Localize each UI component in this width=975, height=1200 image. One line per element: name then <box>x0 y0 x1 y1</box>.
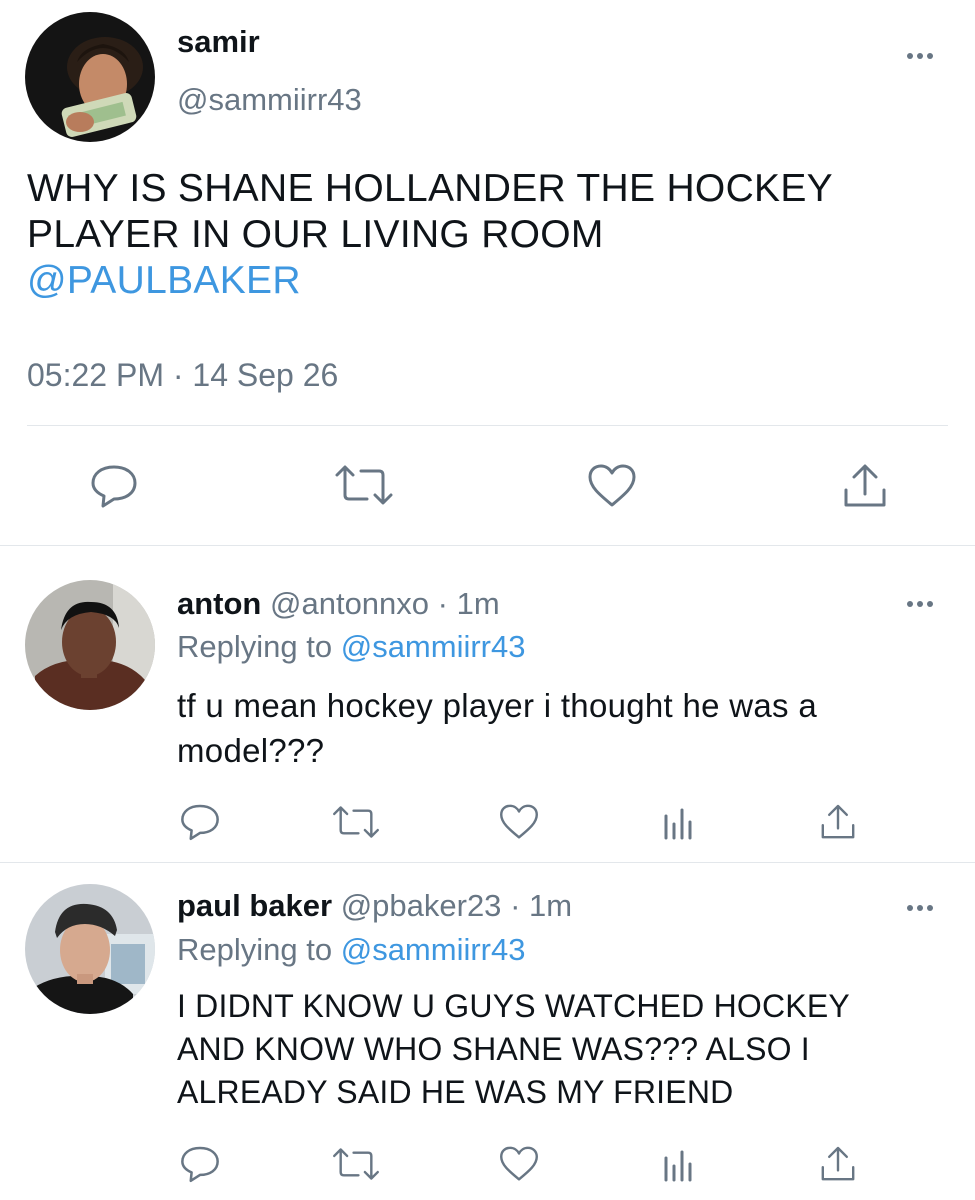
reply-text-line: model??? <box>177 732 325 769</box>
reply-age[interactable]: 1m <box>457 586 500 621</box>
like-icon[interactable] <box>497 800 541 844</box>
reply-text-line: tf u mean hockey player i thought he was… <box>177 687 817 724</box>
reply-header: paul baker @pbaker23 · 1m <box>177 886 572 926</box>
reply-text: tf u mean hockey player i thought he was… <box>177 683 817 773</box>
replying-to-link[interactable]: @sammiirr43 <box>341 932 526 967</box>
like-icon[interactable] <box>497 1142 541 1186</box>
replying-to-link[interactable]: @sammiirr43 <box>341 629 526 664</box>
retweet-icon[interactable] <box>330 802 382 842</box>
avatar-samir[interactable] <box>25 12 155 142</box>
more-options-icon[interactable] <box>907 50 933 62</box>
author-handle[interactable]: @pbaker23 <box>341 888 502 923</box>
analytics-icon[interactable] <box>658 800 698 844</box>
author-name[interactable]: paul baker <box>177 888 332 923</box>
analytics-icon[interactable] <box>658 1142 698 1186</box>
reply-icon[interactable] <box>86 460 142 512</box>
reply-header: anton @antonnxo · 1m <box>177 584 500 624</box>
reply-text-line: I DIDNT KNOW U GUYS WATCHED HOCKEY <box>177 988 850 1024</box>
replying-to: Replying to @sammiirr43 <box>177 627 525 667</box>
share-icon[interactable] <box>838 460 892 512</box>
timestamp-separator: · <box>172 357 184 393</box>
divider <box>0 862 975 863</box>
author-handle[interactable]: @antonnxo <box>270 586 429 621</box>
tweet-date[interactable]: 14 Sep 26 <box>192 357 338 393</box>
reply-age[interactable]: 1m <box>529 888 572 923</box>
more-options-icon[interactable] <box>907 902 933 914</box>
more-options-icon[interactable] <box>907 598 933 610</box>
timestamp-separator: · <box>510 888 521 923</box>
divider <box>0 545 975 546</box>
share-icon[interactable] <box>817 800 859 844</box>
avatar-image <box>25 580 155 710</box>
mention-link[interactable]: @PAULBAKER <box>27 259 301 302</box>
reply-text: I DIDNT KNOW U GUYS WATCHED HOCKEY AND K… <box>177 985 850 1114</box>
retweet-icon[interactable] <box>330 1144 382 1184</box>
replying-to-label: Replying to <box>177 629 333 664</box>
replying-to: Replying to @sammiirr43 <box>177 930 525 970</box>
timestamp-separator: · <box>437 586 448 621</box>
divider <box>27 425 948 426</box>
reply-icon[interactable] <box>178 1142 222 1186</box>
reply-icon[interactable] <box>178 800 222 844</box>
author-name[interactable]: samir <box>177 22 260 62</box>
tweet-body: WHY IS SHANE HOLLANDER THE HOCKEY PLAYER… <box>27 167 833 256</box>
like-icon[interactable] <box>584 460 640 512</box>
reply-text-line: ALREADY SAID HE WAS MY FRIEND <box>177 1074 734 1110</box>
avatar-image <box>25 884 155 1014</box>
retweet-icon[interactable] <box>332 462 396 508</box>
avatar-anton[interactable] <box>25 580 155 710</box>
tweet-text: WHY IS SHANE HOLLANDER THE HOCKEY PLAYER… <box>27 166 957 304</box>
author-name[interactable]: anton <box>177 586 261 621</box>
tweet-time: 05:22 PM <box>27 357 164 393</box>
share-icon[interactable] <box>817 1142 859 1186</box>
avatar-paul-baker[interactable] <box>25 884 155 1014</box>
avatar-image <box>25 12 155 142</box>
tweet-timestamp: 05:22 PM · 14 Sep 26 <box>27 355 338 395</box>
author-handle[interactable]: @sammiirr43 <box>177 80 362 120</box>
replying-to-label: Replying to <box>177 932 333 967</box>
reply-text-line: AND KNOW WHO SHANE WAS??? ALSO I <box>177 1031 810 1067</box>
